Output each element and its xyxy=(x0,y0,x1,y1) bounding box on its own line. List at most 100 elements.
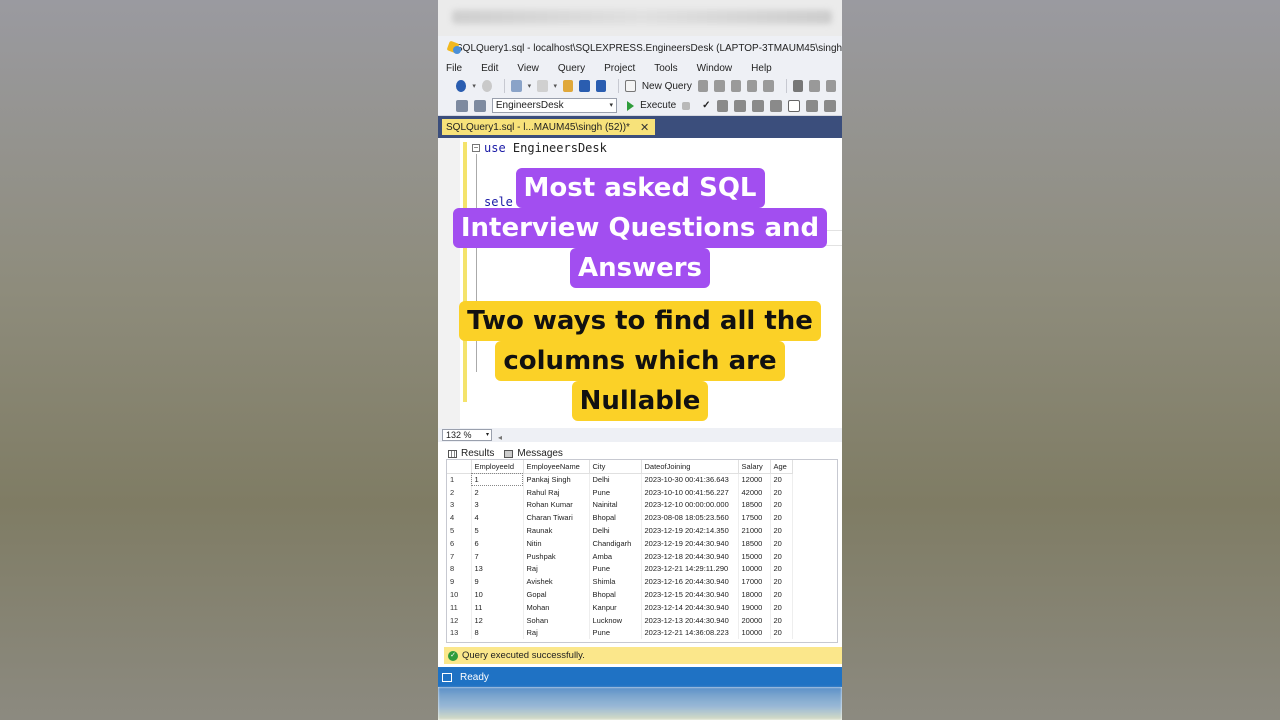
table-cell[interactable]: 10 xyxy=(471,588,524,601)
table-cell[interactable]: Delhi xyxy=(589,473,642,486)
row-number[interactable]: 8 xyxy=(447,562,472,576)
row-number[interactable]: 12 xyxy=(447,613,472,627)
connect-icon[interactable] xyxy=(456,99,468,112)
table-cell[interactable]: 2023-08-08 18:05:23.560 xyxy=(641,511,739,525)
uncomment-icon[interactable] xyxy=(824,99,837,112)
table-row[interactable]: 5 5 Raunak Delhi 2023-12-19 20:42:14.350 2100… xyxy=(447,524,793,537)
table-cell[interactable]: 20 xyxy=(770,613,793,627)
table-cell[interactable]: 20000 xyxy=(738,613,771,627)
table-cell[interactable]: Gopal xyxy=(523,588,590,601)
table-cell[interactable]: 2023-12-19 20:42:14.350 xyxy=(641,524,739,537)
execute-button[interactable]: Execute xyxy=(640,100,676,111)
row-number[interactable]: 10 xyxy=(447,588,472,601)
table-cell[interactable]: 6 xyxy=(471,536,524,550)
intellisense-icon[interactable] xyxy=(752,99,765,112)
table-cell[interactable]: 20 xyxy=(770,485,793,499)
mdx-query-icon[interactable] xyxy=(730,80,742,92)
table-cell[interactable]: Nitin xyxy=(523,536,590,550)
table-cell[interactable]: Rahul Raj xyxy=(523,485,590,499)
row-number[interactable]: 5 xyxy=(447,524,472,537)
new-query-button[interactable]: New Query xyxy=(642,81,692,92)
table-cell[interactable]: Shimla xyxy=(589,575,642,589)
row-number[interactable]: 6 xyxy=(447,536,472,550)
table-cell[interactable]: 2023-10-10 00:41:56.227 xyxy=(641,485,739,499)
table-cell[interactable]: 11 xyxy=(471,600,524,614)
table-cell[interactable]: 2023-12-15 20:44:30.940 xyxy=(641,588,739,601)
table-cell[interactable]: Chandigarh xyxy=(589,536,642,550)
stop-icon[interactable] xyxy=(682,101,691,110)
column-header[interactable]: Age xyxy=(770,460,793,474)
column-header[interactable]: Salary xyxy=(738,460,771,474)
row-number[interactable]: 1 xyxy=(447,473,472,486)
forward-icon[interactable] xyxy=(481,80,493,92)
menu-help[interactable]: Help xyxy=(751,63,772,74)
table-cell[interactable]: 2023-12-13 20:44:30.940 xyxy=(641,613,739,627)
cut-icon[interactable] xyxy=(792,80,804,92)
dmx-query-icon[interactable] xyxy=(747,80,758,92)
estimated-plan-icon[interactable] xyxy=(716,99,729,112)
menu-file[interactable]: File xyxy=(446,63,462,74)
table-cell[interactable]: 20 xyxy=(770,536,793,550)
table-cell[interactable]: Pune xyxy=(589,626,642,640)
table-row[interactable]: 11 11 Mohan Kanpur 2023-12-14 20:44:30.940 19… xyxy=(447,600,793,614)
include-plan-icon[interactable] xyxy=(770,99,783,112)
table-cell[interactable]: 20 xyxy=(770,575,793,589)
table-cell[interactable]: 15000 xyxy=(738,549,771,563)
row-number[interactable]: 2 xyxy=(447,485,472,499)
dropdown-arrow-icon[interactable]: ▾ xyxy=(472,82,476,90)
table-cell[interactable]: 18500 xyxy=(738,536,771,550)
results-grid[interactable]: EmployeeId EmployeeName City DateofJoining S… xyxy=(446,459,838,643)
menu-window[interactable]: Window xyxy=(697,63,733,74)
table-cell[interactable]: 2023-12-19 20:44:30.940 xyxy=(641,536,739,550)
table-cell[interactable]: 20 xyxy=(770,562,793,576)
table-cell[interactable]: Delhi xyxy=(589,524,642,537)
table-cell[interactable]: 2023-12-10 00:00:00.000 xyxy=(641,498,739,512)
table-cell[interactable]: Bhopal xyxy=(589,588,642,601)
table-cell[interactable]: Sohan xyxy=(523,613,590,627)
column-header[interactable]: City xyxy=(589,460,642,474)
table-cell[interactable]: 2023-12-21 14:36:08.223 xyxy=(641,626,739,640)
table-cell[interactable]: 5 xyxy=(471,524,524,537)
table-cell[interactable]: 2023-12-21 14:29:11.290 xyxy=(641,562,739,576)
copy-icon[interactable] xyxy=(809,80,820,92)
table-cell[interactable]: Bhopal xyxy=(589,511,642,525)
table-cell[interactable]: 13 xyxy=(471,562,524,576)
row-number[interactable]: 11 xyxy=(447,600,472,614)
table-cell[interactable]: 10000 xyxy=(738,626,771,640)
menu-project[interactable]: Project xyxy=(604,63,635,74)
table-cell[interactable]: 7 xyxy=(471,549,524,563)
table-cell[interactable]: Pune xyxy=(589,485,642,499)
table-cell[interactable]: 20 xyxy=(770,524,793,537)
table-cell[interactable]: 9 xyxy=(471,575,524,589)
table-cell[interactable]: 20 xyxy=(770,549,793,563)
collapse-icon[interactable]: − xyxy=(472,144,480,152)
table-cell[interactable]: Nainital xyxy=(589,498,642,512)
add-item-icon[interactable] xyxy=(537,80,548,92)
execute-icon[interactable] xyxy=(627,100,635,111)
table-cell[interactable]: 8 xyxy=(471,626,524,640)
new-project-icon[interactable] xyxy=(511,80,522,92)
menu-view[interactable]: View xyxy=(517,63,539,74)
table-cell[interactable]: 1 xyxy=(471,473,524,486)
available-databases-select[interactable]: EngineersDesk ▾ xyxy=(491,98,618,113)
open-file-icon[interactable] xyxy=(563,80,574,92)
row-number[interactable]: 7 xyxy=(447,549,472,563)
table-cell[interactable]: Kanpur xyxy=(589,600,642,614)
save-all-icon[interactable] xyxy=(595,80,607,92)
table-cell[interactable]: 17500 xyxy=(738,511,771,525)
query-designer-icon[interactable] xyxy=(734,99,747,112)
parse-check-icon[interactable]: ✓ xyxy=(702,100,710,111)
table-cell[interactable]: Amba xyxy=(589,549,642,563)
table-cell[interactable]: 21000 xyxy=(738,524,771,537)
paste-icon[interactable] xyxy=(825,80,836,92)
row-number[interactable]: 3 xyxy=(447,498,472,512)
back-icon[interactable] xyxy=(456,80,467,92)
results-to-grid-icon[interactable] xyxy=(788,99,801,112)
table-cell[interactable]: 2023-12-16 20:44:30.940 xyxy=(641,575,739,589)
table-cell[interactable]: Rohan Kumar xyxy=(523,498,590,512)
table-row[interactable]: 8 13 Raj Pune 2023-12-21 14:29:11.290 10000 20 xyxy=(447,562,793,576)
table-cell[interactable]: Raj xyxy=(523,626,590,640)
table-cell[interactable]: 19000 xyxy=(738,600,771,614)
zoom-select[interactable]: 132 % ▾ xyxy=(442,429,492,441)
table-cell[interactable]: Raunak xyxy=(523,524,590,537)
